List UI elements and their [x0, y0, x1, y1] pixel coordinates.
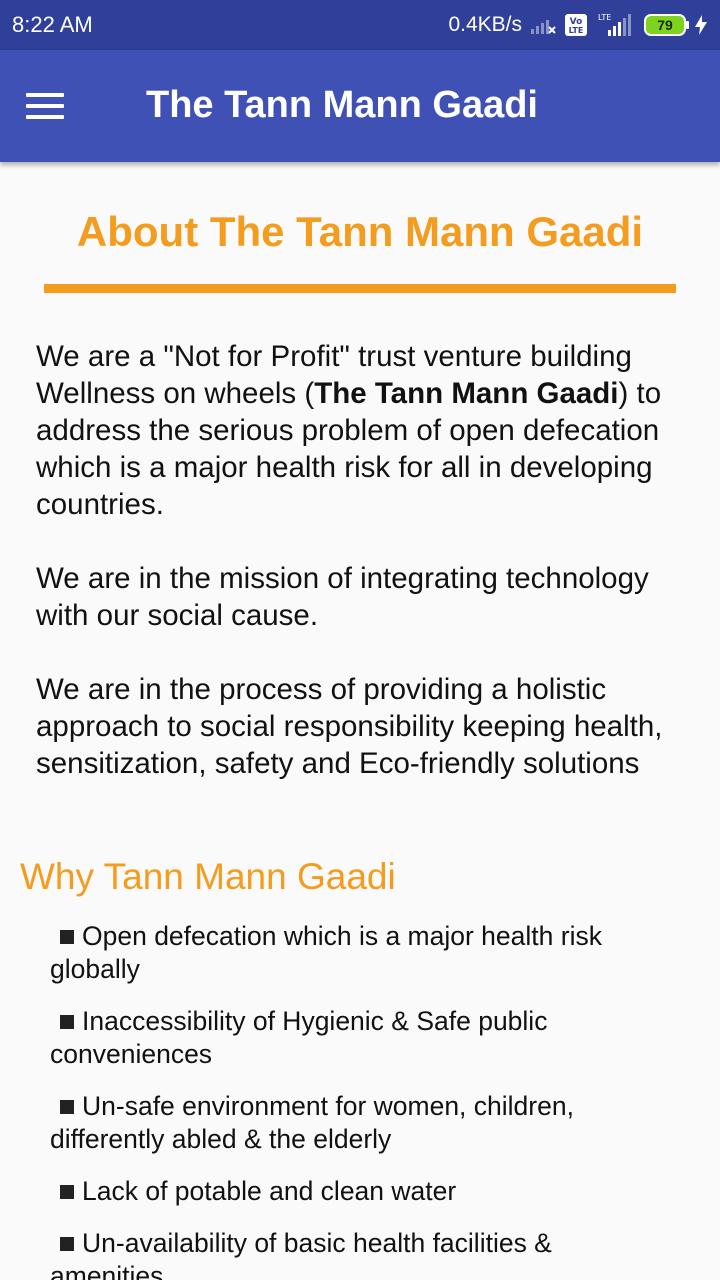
menu-button[interactable] — [0, 50, 112, 162]
svg-text:LTE: LTE — [569, 26, 584, 35]
list-item: Lack of potable and clean water — [50, 1175, 670, 1208]
main-content[interactable]: About The Tann Mann Gaadi We are a "Not … — [0, 162, 720, 1280]
list-item: Open defecation which is a major health … — [50, 921, 602, 984]
about-paragraph-2: We are in the mission of integrating tec… — [36, 562, 649, 632]
svg-text:LTE: LTE — [598, 13, 611, 22]
about-heading: About The Tann Mann Gaadi — [76, 208, 644, 255]
about-paragraph-3: We are in the process of providing a hol… — [36, 673, 663, 780]
about-paragraph-1: We are a "Not for Profit" trust venture … — [36, 340, 662, 521]
app-bar: The Tann Mann Gaadi — [0, 50, 720, 162]
about-paragraphs: We are a "Not for Profit" trust venture … — [36, 338, 686, 819]
square-bullet-icon — [60, 1100, 74, 1114]
square-bullet-icon — [60, 930, 74, 944]
volte-icon: Vo LTE — [564, 13, 588, 37]
heading-divider — [44, 284, 676, 293]
charging-bolt-icon — [694, 14, 708, 36]
net-speed: 0.4KB/s — [448, 13, 522, 36]
square-bullet-icon — [60, 1015, 74, 1029]
app-title: The Tann Mann Gaadi — [146, 83, 538, 126]
list-item: Un-availability of basic health faciliti… — [50, 1228, 552, 1280]
brand-name-bold: The Tann Mann Gaadi — [314, 377, 619, 410]
hamburger-menu-icon — [26, 93, 64, 119]
status-icons: 0.4KB/s Vo LTE LTE 79 — [448, 12, 708, 38]
list-item: Inaccessibility of Hygienic & Safe publi… — [50, 1006, 548, 1069]
square-bullet-icon — [60, 1185, 74, 1199]
battery-icon: 79 — [644, 14, 689, 36]
list-item: Un-safe environment for women, children,… — [50, 1091, 574, 1154]
lte-signal-icon: LTE — [596, 12, 636, 38]
status-bar: 8:22 AM 0.4KB/s Vo LTE LTE 79 — [0, 0, 720, 50]
signal-bars-icon — [530, 15, 556, 35]
why-list: Open defecation which is a major health … — [50, 920, 670, 1280]
status-time: 8:22 AM — [12, 12, 93, 37]
why-heading: Why Tann Mann Gaadi — [20, 856, 396, 897]
square-bullet-icon — [60, 1237, 74, 1251]
